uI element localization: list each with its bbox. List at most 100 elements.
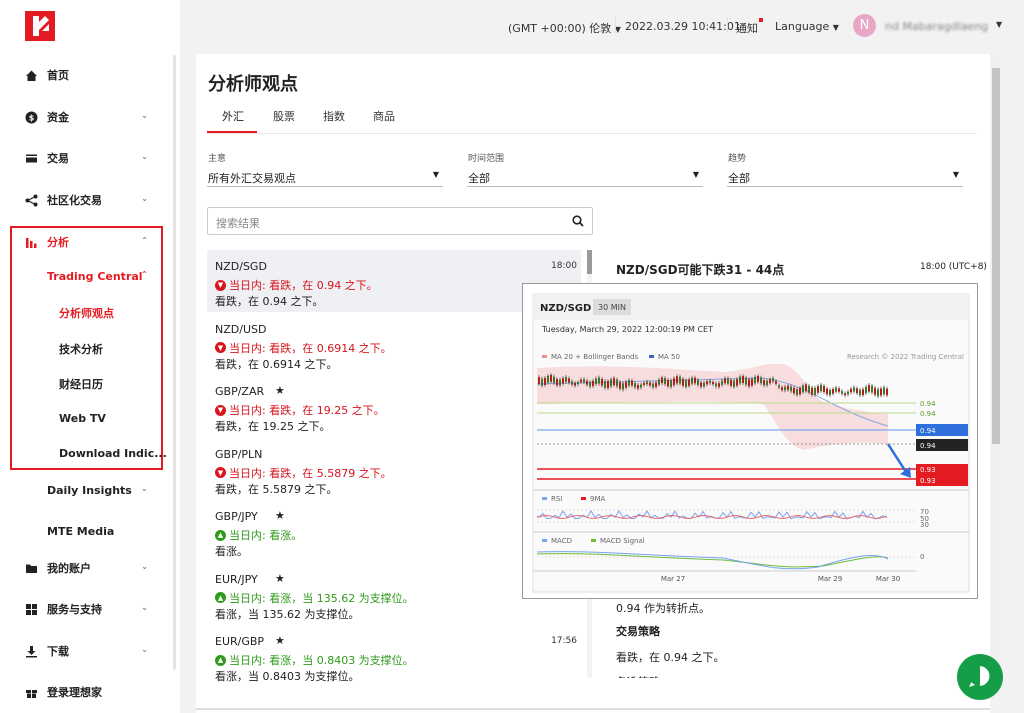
x-tick-label: Mar 27 — [661, 575, 685, 583]
candle — [643, 382, 645, 386]
trend-text: ▲ 当日内: 看涨，当 0.8403 为支撑位。 — [215, 652, 414, 668]
sidebar-item-social-trading[interactable]: 社区化交易 ⌄ — [24, 189, 154, 211]
notifications-button[interactable]: 通知 — [736, 18, 763, 36]
caret-down-icon[interactable]: ▼ — [996, 20, 1002, 29]
chat-bubble-icon — [969, 666, 990, 687]
candle — [718, 383, 720, 387]
list-scrollbar-thumb[interactable] — [587, 250, 592, 274]
candle — [544, 377, 546, 385]
candle — [814, 387, 816, 395]
sidebar-item-analysis[interactable]: 分析 ⌃ — [24, 231, 154, 253]
list-item-description: 看跌，在 0.6914 之下。 — [215, 357, 338, 371]
level-label: 0.94 — [920, 410, 936, 418]
candle — [673, 378, 675, 386]
candle — [634, 383, 636, 388]
candle — [691, 377, 693, 384]
chart-symbol: NZD/SGD — [540, 303, 591, 314]
language-selector[interactable]: Language ▼ — [775, 20, 839, 33]
chart-timestamp: Tuesday, March 29, 2022 12:00:19 PM CET — [541, 325, 713, 334]
sidebar-item-mte-media[interactable]: MTE Media — [47, 525, 114, 538]
sidebar-subitem-technical-analysis[interactable]: 技术分析 — [59, 341, 103, 357]
panel-footer-line — [196, 708, 990, 710]
candle — [565, 377, 567, 382]
tab-commodities[interactable]: 商品 — [373, 108, 395, 124]
candle — [823, 385, 825, 393]
filter-idea-select[interactable]: 所有外汇交易观点 ▼ — [207, 166, 443, 187]
search-icon[interactable] — [572, 215, 584, 227]
level-label: 0.94 — [920, 400, 936, 408]
candle — [850, 388, 852, 393]
folder-icon — [24, 561, 38, 575]
list-item-description: 看跌，在 0.94 之下。 — [215, 295, 324, 308]
wallet-icon — [24, 151, 38, 165]
page-scrollbar[interactable] — [991, 54, 1001, 694]
filter-trend-select[interactable]: 全部 ▼ — [727, 166, 963, 187]
legend-rsi-ma: 9MA — [590, 495, 605, 503]
candle — [856, 388, 858, 394]
candle — [568, 378, 570, 383]
tab-stocks[interactable]: 股票 — [273, 108, 295, 124]
sidebar-item-download[interactable]: 下载 ⌄ — [24, 640, 154, 662]
search-placeholder: 搜索结果 — [216, 217, 260, 230]
candle — [886, 388, 888, 396]
candle — [790, 386, 792, 392]
filter-timeframe-select[interactable]: 全部 ▼ — [467, 166, 703, 187]
home-icon — [24, 68, 38, 82]
sidebar-item-funds[interactable]: $ 资金 ⌄ — [24, 106, 154, 128]
sidebar-item-my-account[interactable]: 我的账户 ⌄ — [24, 557, 154, 579]
sidebar-item-home[interactable]: 首页 — [24, 64, 154, 86]
chevron-down-icon: ⌄ — [141, 152, 148, 161]
candle — [772, 378, 774, 382]
filter-trend-label: 趋势 — [728, 154, 747, 164]
sidebar-subitem-analyst-views[interactable]: 分析师观点 — [59, 305, 114, 321]
chevron-up-icon: ⌃ — [141, 236, 148, 245]
sidebar-subitem-download-indicators[interactable]: Download Indic... — [59, 447, 167, 460]
currency-pair: EUR/GBP — [215, 635, 265, 648]
arrow-down-circle-icon: ▼ — [215, 279, 226, 291]
candle — [685, 380, 687, 388]
candle — [700, 382, 702, 387]
candle — [730, 379, 732, 386]
arrow-up-circle-icon: ▲ — [215, 529, 226, 541]
page-scrollbar-thumb[interactable] — [992, 68, 1000, 444]
detail-title: NZD/SGD可能下跌31 - 44点 — [616, 263, 785, 277]
gift-icon — [24, 685, 38, 699]
timezone-label: (GMT +00:00) 伦敦 — [508, 22, 612, 35]
legend-ma: MA 20 + Bollinger Bands — [551, 353, 638, 361]
brand-logo[interactable] — [25, 11, 55, 41]
list-item[interactable]: EUR/GBP ★ 17:56 ▲ 当日内: 看涨，当 0.8403 为支撑位。 看涨，当… — [207, 625, 581, 687]
header-divider — [615, 17, 616, 33]
sidebar-item-service-support[interactable]: 服务与支持 ⌄ — [24, 598, 154, 620]
trend-text: ▲ 当日内: 看涨，当 135.62 为支撑位。 — [215, 590, 414, 606]
trend-text: ▲ 当日内: 看涨。 — [215, 527, 302, 543]
timezone-selector[interactable]: (GMT +00:00) 伦敦 ▼ — [508, 20, 621, 36]
tab-forex[interactable]: 外汇 — [222, 108, 244, 124]
sidebar-subitem-web-tv[interactable]: Web TV — [59, 412, 106, 425]
trend-label: 当日内: 看跌，在 5.5879 之下。 — [229, 466, 392, 480]
search-input[interactable]: 搜索结果 — [207, 207, 593, 235]
candle — [733, 380, 735, 388]
tab-indices[interactable]: 指数 — [323, 108, 345, 124]
candle — [862, 389, 864, 396]
avatar[interactable]: N — [853, 14, 876, 37]
sidebar-scrollbar[interactable] — [173, 55, 176, 670]
sidebar-item-trading-central[interactable]: Trading Central — [47, 270, 143, 283]
svg-text:$: $ — [28, 113, 34, 122]
sidebar-item-label: 交易 — [47, 152, 69, 165]
sidebar-item-label: 我的账户 — [47, 562, 91, 575]
language-label: Language — [775, 20, 830, 33]
candle — [817, 386, 819, 393]
sidebar-item-daily-insights[interactable]: Daily Insights — [47, 484, 132, 497]
sidebar-item-trading[interactable]: 交易 ⌄ — [24, 147, 154, 169]
username[interactable]: nd Mabaragdlaeng — [885, 20, 988, 33]
sidebar-subitem-economic-calendar[interactable]: 财经日历 — [59, 376, 103, 392]
star-icon: ★ — [275, 571, 285, 585]
candle — [883, 387, 885, 395]
caret-down-icon: ▼ — [692, 170, 699, 179]
candle — [610, 379, 612, 387]
chat-button[interactable] — [957, 654, 1003, 700]
candle — [853, 387, 855, 392]
chart-popup[interactable]: NZD/SGD 30 MIN Tuesday, March 29, 2022 1… — [522, 283, 978, 599]
sidebar-item-login-ideal-home[interactable]: 登录理想家 — [24, 681, 154, 703]
legend-rsi-swatch — [542, 497, 547, 500]
